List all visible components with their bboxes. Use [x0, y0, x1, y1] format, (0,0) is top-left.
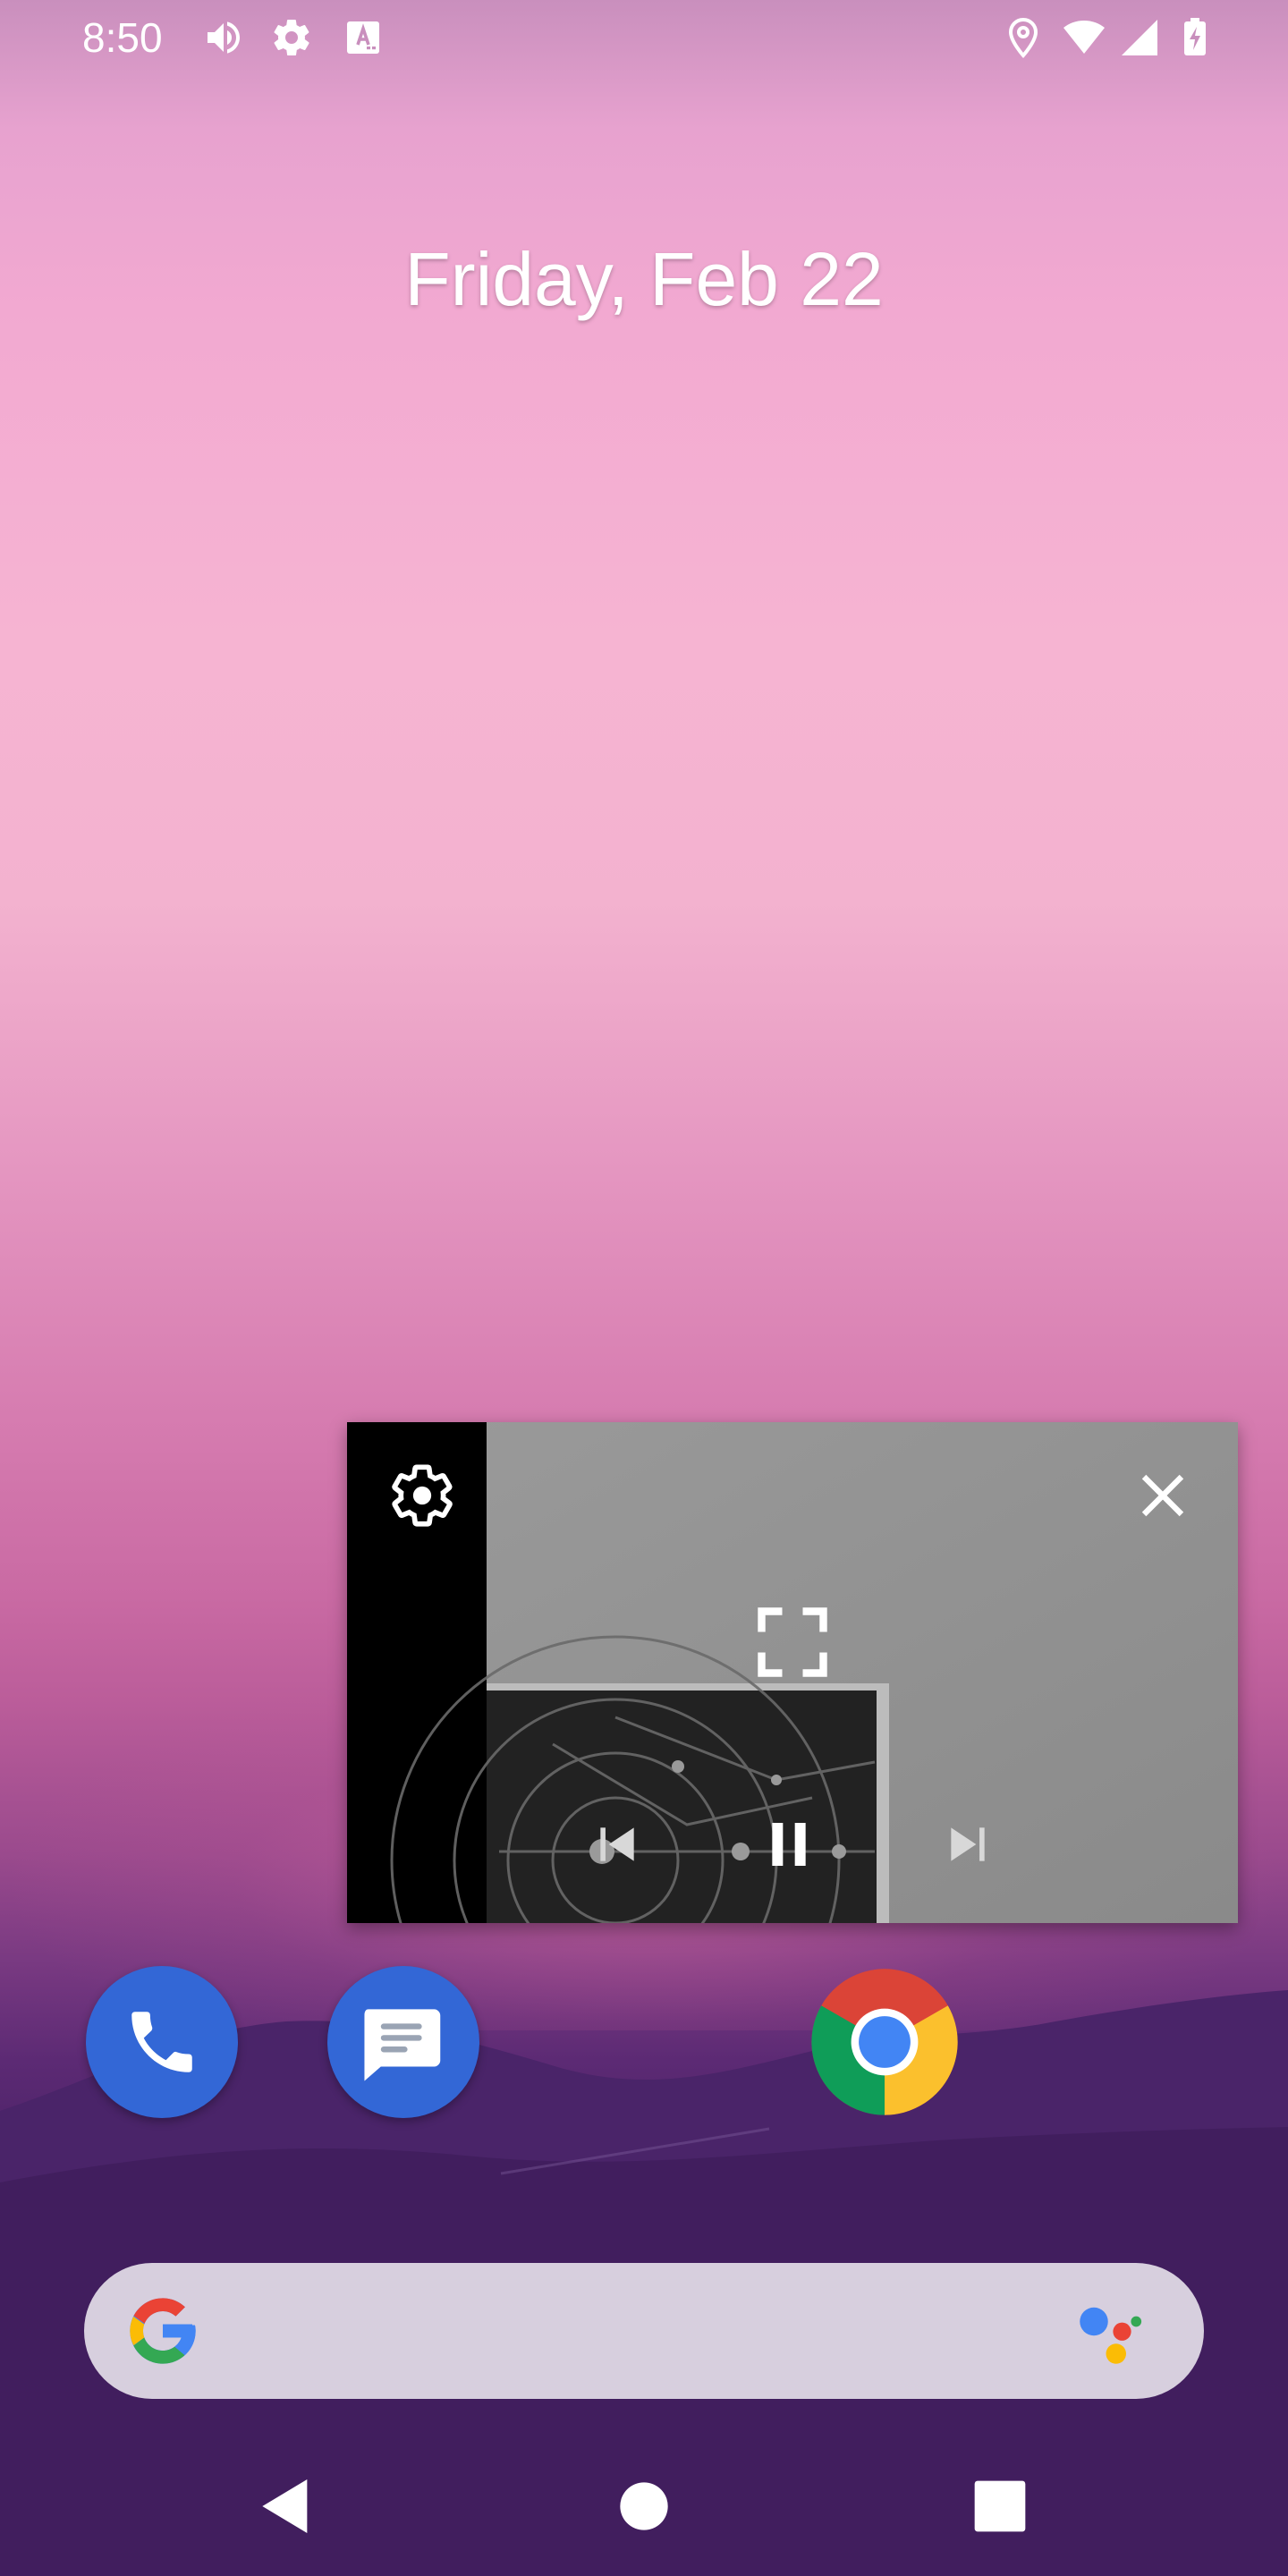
- search-input[interactable]: [254, 2290, 991, 2374]
- cell-signal-icon: [1122, 20, 1157, 55]
- wifi-icon: [1063, 21, 1105, 54]
- navigation-bar: [0, 2436, 1288, 2576]
- home-screen: 8:50 Friday, Feb 22: [0, 0, 1288, 2576]
- skip-next-icon[interactable]: [943, 1819, 993, 1869]
- volume-icon: [208, 21, 240, 54]
- phone-icon: [131, 2012, 192, 2072]
- pip-video-window[interactable]: [347, 1422, 1238, 1923]
- messages-app[interactable]: [327, 1966, 479, 2118]
- phone-app[interactable]: [86, 1966, 238, 2118]
- settings-icon[interactable]: [388, 1462, 456, 1530]
- close-icon[interactable]: [1134, 1467, 1191, 1524]
- google-assistant-icon[interactable]: [1070, 2293, 1150, 2374]
- google-g-icon[interactable]: [123, 2292, 202, 2370]
- chrome-app[interactable]: [809, 1966, 961, 2118]
- status-bar: 8:50: [0, 0, 1288, 75]
- google-search-bar[interactable]: [84, 2263, 1204, 2399]
- messages-icon: [364, 2009, 441, 2081]
- location-icon: [1008, 17, 1038, 58]
- settings-icon: [274, 20, 309, 56]
- date-widget[interactable]: Friday, Feb 22: [0, 234, 1288, 324]
- fullscreen-icon[interactable]: [751, 1601, 834, 1683]
- pause-icon[interactable]: [760, 1816, 818, 1873]
- chrome-icon: [811, 1969, 958, 2115]
- back-icon[interactable]: [250, 2470, 322, 2542]
- battery-charging-icon: [1184, 18, 1206, 55]
- home-icon[interactable]: [608, 2470, 680, 2542]
- skip-previous-icon[interactable]: [592, 1819, 642, 1869]
- status-time: 8:50: [82, 14, 163, 61]
- recents-icon[interactable]: [964, 2470, 1036, 2542]
- keyboard-a-icon: [347, 21, 379, 54]
